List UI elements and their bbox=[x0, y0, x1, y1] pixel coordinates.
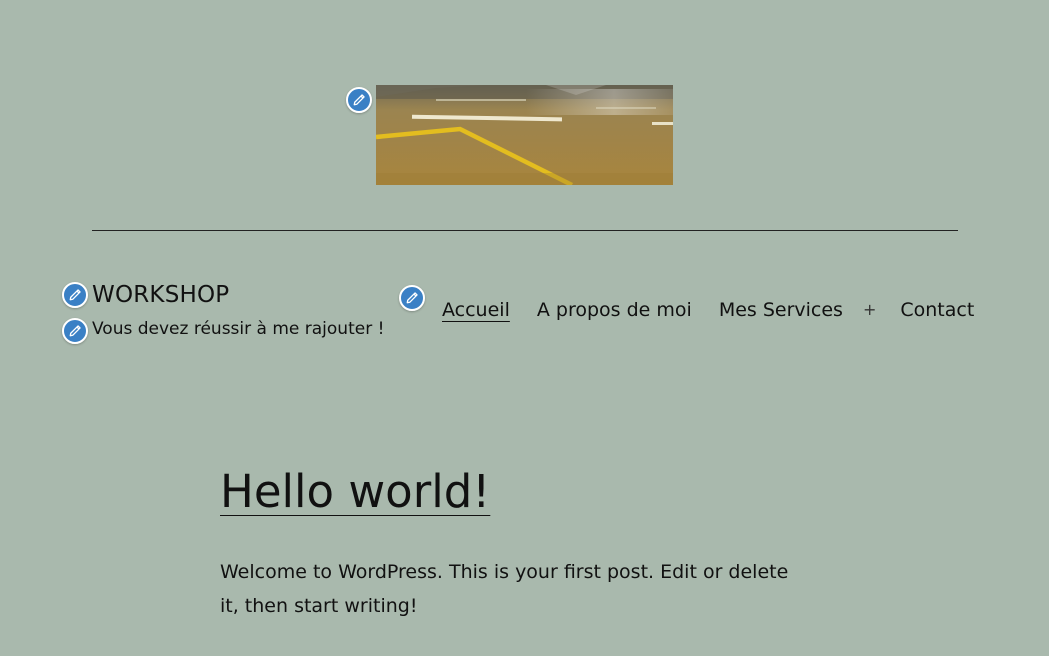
nav-item-mes-services[interactable]: Mes Services bbox=[719, 298, 843, 322]
edit-site-title-button[interactable] bbox=[62, 282, 88, 308]
road-photo bbox=[376, 85, 673, 185]
nav-item-a-propos[interactable]: A propos de moi bbox=[537, 298, 692, 322]
header-divider bbox=[92, 230, 958, 231]
post-content: Welcome to WordPress. This is your first… bbox=[220, 561, 789, 617]
pencil-icon bbox=[353, 94, 365, 106]
edit-tagline-button[interactable] bbox=[62, 318, 88, 344]
nav-item-accueil[interactable]: Accueil bbox=[442, 298, 510, 322]
post-title-link[interactable]: Hello world! bbox=[220, 465, 490, 518]
pencil-icon bbox=[406, 292, 418, 304]
pencil-icon bbox=[69, 325, 81, 337]
header-image bbox=[376, 85, 673, 185]
pencil-icon bbox=[69, 289, 81, 301]
site-tagline: Vous devez réussir à me rajouter ! bbox=[92, 319, 385, 339]
submenu-toggle-plus-icon[interactable]: + bbox=[863, 298, 876, 322]
edit-menu-button[interactable] bbox=[399, 285, 425, 311]
edit-header-image-button[interactable] bbox=[346, 87, 372, 113]
nav-item-contact[interactable]: Contact bbox=[900, 298, 974, 322]
primary-navigation: Accueil A propos de moi Mes Services + C… bbox=[442, 297, 974, 323]
site-title[interactable]: WORKSHOP bbox=[92, 281, 229, 309]
post-title: Hello world! bbox=[220, 464, 490, 520]
